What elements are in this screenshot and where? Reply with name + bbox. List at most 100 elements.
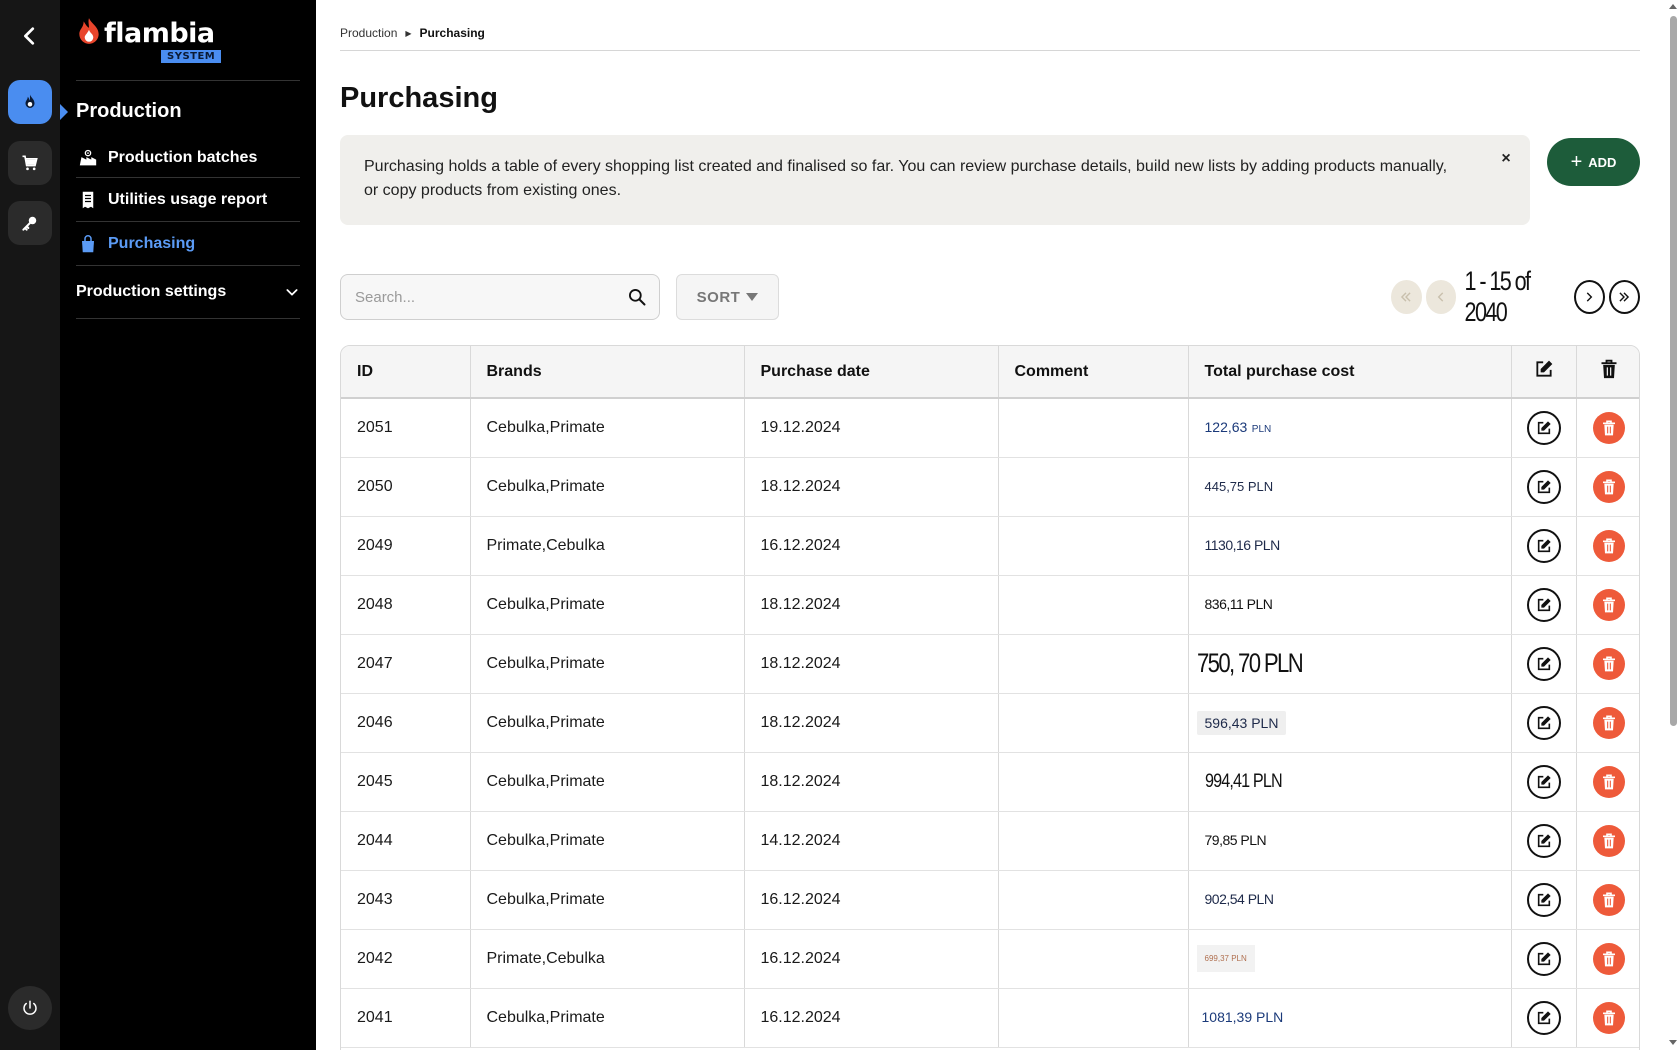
cell-edit [1511, 398, 1577, 458]
column-header-purchase-date[interactable]: Purchase date [744, 346, 999, 399]
edit-icon [1537, 833, 1551, 847]
cell-id: 2049 [341, 516, 471, 576]
edit-icon [1535, 360, 1552, 377]
prev-page-button[interactable] [1425, 280, 1457, 314]
edit-row-button[interactable] [1526, 823, 1561, 858]
scroll-down-icon[interactable] [1669, 1040, 1677, 1045]
edit-icon [1537, 421, 1551, 434]
cell-id: 2048 [341, 575, 471, 635]
delete-row-button[interactable] [1592, 706, 1625, 739]
cost-value: 445,75 PLN [1204, 478, 1274, 494]
rail-production-button[interactable] [8, 80, 52, 124]
back-arrow-icon[interactable] [14, 20, 46, 52]
rail-keys-button[interactable] [8, 201, 52, 245]
chevron-left-icon [1437, 292, 1444, 302]
sidebar-item-utilities-report[interactable]: Utilities usage report [76, 178, 300, 222]
search-input[interactable] [355, 288, 627, 306]
trash-icon [1601, 359, 1617, 379]
table-row[interactable]: 2043 Cebulka,Primate 16.12.2024 902,54 P… [341, 870, 1639, 930]
next-page-button[interactable] [1573, 280, 1605, 314]
cell-edit [1511, 811, 1577, 871]
breadcrumb-parent[interactable]: Production [340, 26, 397, 40]
scrollbar-thumb[interactable] [1670, 16, 1677, 726]
table-row[interactable]: 2041 Cebulka,Primate 16.12.2024 1081,39 … [341, 988, 1639, 1048]
delete-row-button[interactable] [1592, 883, 1625, 916]
edit-row-button[interactable] [1526, 705, 1561, 740]
cell-cost: 1081,39 PLN [1188, 988, 1512, 1048]
edit-row-button[interactable] [1526, 1000, 1561, 1035]
column-header-id[interactable]: ID [341, 346, 471, 399]
table-row[interactable]: 2048 Cebulka,Primate 18.12.2024 836,11 P… [341, 575, 1639, 635]
table-row[interactable]: 2047 Cebulka,Primate 18.12.2024 750, 70 … [341, 634, 1639, 694]
table-row[interactable]: 2049 Primate,Cebulka 16.12.2024 1130,16 … [341, 516, 1639, 576]
edit-icon [1537, 951, 1551, 965]
search-icon[interactable] [627, 287, 647, 307]
edit-icon [1537, 892, 1551, 906]
cell-edit [1511, 516, 1577, 576]
cell-cost: 750, 70 PLN [1188, 634, 1512, 694]
table-row[interactable]: 2051 Cebulka,Primate 19.12.2024 122,63 P… [341, 398, 1639, 458]
last-page-button[interactable] [1608, 280, 1640, 314]
cell-comment [998, 398, 1189, 458]
delete-row-button[interactable] [1592, 470, 1625, 503]
delete-row-button[interactable] [1592, 588, 1625, 621]
cell-edit [1511, 988, 1577, 1048]
delete-row-button[interactable] [1592, 647, 1625, 680]
trash-icon [1602, 479, 1615, 494]
column-header-comment[interactable]: Comment [998, 346, 1189, 399]
brand-name: flambia [104, 18, 215, 49]
brand-logo[interactable]: flambia SYSTEM [76, 16, 266, 66]
cost-unit: PLN [1251, 423, 1272, 435]
delete-row-button[interactable] [1592, 1001, 1625, 1034]
cell-id: 2043 [341, 870, 471, 930]
delete-row-button[interactable] [1592, 942, 1625, 975]
cell-edit [1511, 693, 1577, 753]
delete-row-button[interactable] [1592, 824, 1625, 857]
cell-comment [998, 870, 1189, 930]
close-icon[interactable]: × [1496, 149, 1516, 169]
rail-shop-button[interactable] [8, 141, 52, 185]
cell-edit [1511, 457, 1577, 517]
sidebar-production-settings[interactable]: Production settings [76, 272, 300, 312]
edit-row-button[interactable] [1526, 410, 1561, 445]
double-chevron-right-icon [1619, 292, 1630, 302]
edit-row-button[interactable] [1526, 941, 1561, 976]
table-row[interactable]: 2046 Cebulka,Primate 18.12.2024 596,43 P… [341, 693, 1639, 753]
table-row[interactable]: 2045 Cebulka,Primate 18.12.2024 994,41 P… [341, 752, 1639, 812]
column-header-brands[interactable]: Brands [470, 346, 745, 399]
cell-id: 2046 [341, 693, 471, 753]
table-row[interactable]: 2044 Cebulka,Primate 14.12.2024 79,85 PL… [341, 811, 1639, 871]
edit-icon [1537, 715, 1551, 729]
breadcrumb-current: Purchasing [419, 26, 485, 40]
column-header-total-cost[interactable]: Total purchase cost [1188, 346, 1512, 399]
cell-cost: 902,54 PLN [1188, 870, 1512, 930]
caret-down-icon [746, 293, 759, 301]
edit-row-button[interactable] [1526, 469, 1561, 504]
delete-row-button[interactable] [1592, 765, 1625, 798]
edit-row-button[interactable] [1526, 646, 1561, 681]
scroll-up-icon[interactable] [1669, 4, 1677, 9]
table-row[interactable]: 2042 Primate,Cebulka 16.12.2024 699,37 P… [341, 929, 1639, 989]
edit-row-button[interactable] [1526, 528, 1561, 563]
cell-date: 16.12.2024 [744, 870, 999, 930]
edit-row-button[interactable] [1526, 587, 1561, 622]
edit-row-button[interactable] [1526, 882, 1561, 917]
delete-row-button[interactable] [1592, 411, 1625, 444]
table-row[interactable]: 2050 Cebulka,Primate 18.12.2024 445,75 P… [341, 457, 1639, 517]
edit-icon [1537, 479, 1551, 493]
purchases-table: ID Brands Purchase date Comment Total pu… [340, 345, 1640, 1050]
cost-value: 750, 70 PLN [1196, 648, 1304, 678]
sidebar-item-purchasing[interactable]: Purchasing [76, 222, 300, 266]
add-button[interactable]: + ADD [1547, 138, 1640, 186]
cell-date: 18.12.2024 [744, 693, 999, 753]
column-header-delete [1576, 346, 1639, 399]
sidebar-item-production-batches[interactable]: Production batches [76, 136, 300, 180]
edit-row-button[interactable] [1526, 764, 1561, 799]
delete-row-button[interactable] [1592, 529, 1625, 562]
first-page-button[interactable] [1391, 280, 1422, 314]
power-button[interactable] [8, 986, 52, 1030]
page-scrollbar[interactable] [1666, 0, 1680, 1050]
sort-button[interactable]: SORT [676, 274, 779, 320]
sort-label: SORT [696, 288, 741, 306]
cell-cost: 596,43 PLN [1188, 693, 1512, 753]
